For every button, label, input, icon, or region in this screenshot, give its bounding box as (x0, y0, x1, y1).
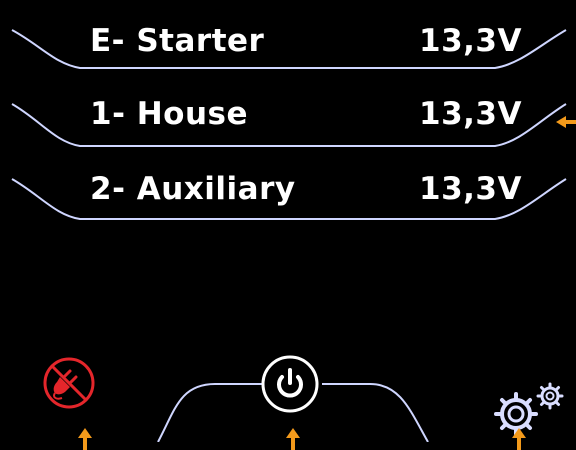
annotation-arrow-left-icon (556, 116, 576, 128)
annotation-arrow-up-icon (286, 428, 300, 450)
battery-voltage: 13,3V (419, 23, 522, 59)
annotation-arrow-up-icon (78, 428, 92, 450)
annotation-arrow-up-icon (512, 428, 526, 450)
battery-name: 2- Auxiliary (90, 171, 296, 207)
battery-voltage: 13,3V (419, 96, 522, 132)
settings-button[interactable] (492, 376, 568, 436)
no-shore-power-button[interactable] (40, 354, 98, 412)
settings-gears-icon (494, 382, 564, 436)
battery-row-house[interactable]: 1- House 13,3V (52, 85, 522, 143)
battery-name: E- Starter (90, 23, 265, 59)
power-frame-left (157, 383, 262, 442)
battery-name: 1- House (90, 96, 249, 132)
battery-monitor-screen: E- Starter 13,3V 1- House 13,3V 2- Auxil… (0, 0, 576, 450)
no-shore-power-icon (43, 357, 95, 409)
battery-row-auxiliary[interactable]: 2- Auxiliary 13,3V (52, 160, 522, 218)
power-button[interactable] (258, 352, 322, 416)
power-frame-right (322, 383, 429, 442)
battery-voltage: 13,3V (419, 171, 522, 207)
power-icon (261, 355, 319, 413)
battery-row-starter[interactable]: E- Starter 13,3V (52, 12, 522, 70)
